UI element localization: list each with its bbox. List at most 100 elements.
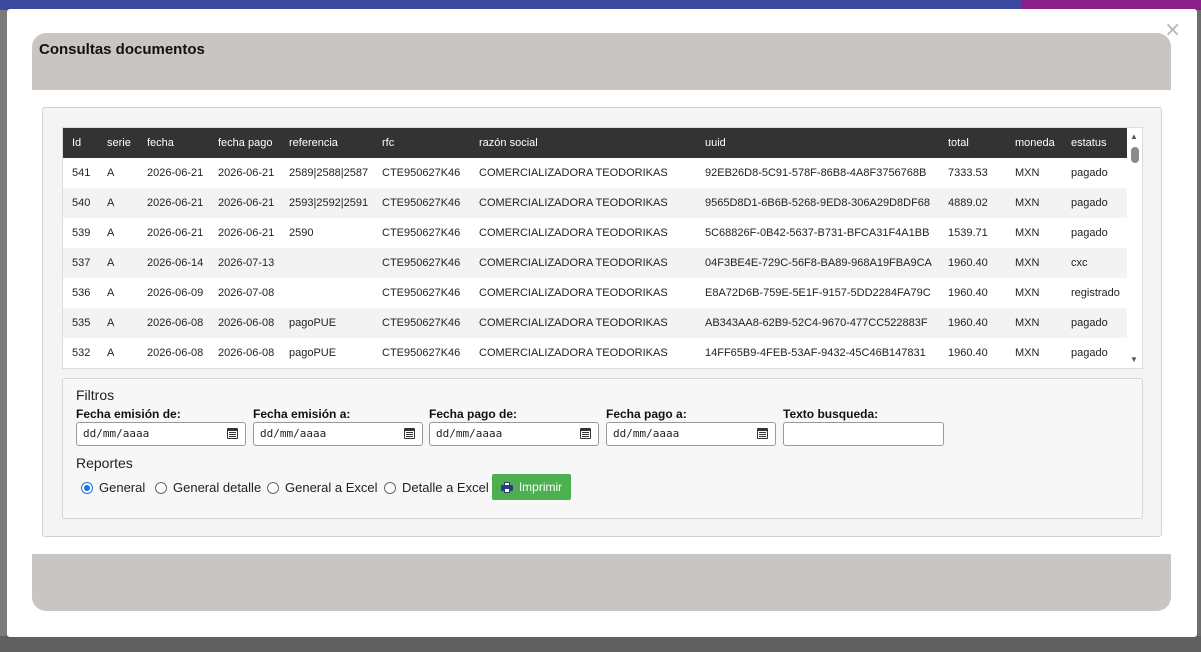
table-cell: CTE950627K46 [382, 197, 461, 209]
table-cell: pagado [1071, 227, 1108, 239]
table-row[interactable]: 532 A 2026-06-08 2026-06-08 pagoPUE CTE950627… [63, 338, 1128, 368]
table-cell: A [107, 227, 115, 239]
fecha-pago-de-placeholder: dd/mm/aaaa [436, 427, 503, 440]
column-header[interactable]: fecha pago [209, 128, 280, 158]
calendar-icon[interactable] [757, 428, 768, 439]
calendar-icon[interactable] [580, 428, 591, 439]
table-row[interactable]: 535 A 2026-06-08 2026-06-08 pagoPUE CTE950627… [63, 308, 1128, 338]
table-cell: CTE950627K46 [382, 257, 461, 269]
table-cell: pagado [1071, 167, 1108, 179]
table-row[interactable]: 537 A 2026-06-14 2026-07-13 CTE950627K46 COME… [63, 248, 1128, 278]
column-header[interactable]: Id [63, 128, 98, 158]
fecha-emision-de-label: Fecha emisión de: [76, 407, 181, 421]
table-cell: 1539.71 [948, 227, 988, 239]
table-cell: COMERCIALIZADORA TEODORIKAS [479, 167, 668, 179]
radio-general[interactable]: General [81, 480, 145, 495]
table-cell: COMERCIALIZADORA TEODORIKAS [479, 287, 668, 299]
column-header[interactable]: total [939, 128, 1006, 158]
fecha-pago-a-label: Fecha pago a: [606, 407, 687, 421]
consultas-modal: × Consultas documentos Id serie fecha fecha… [7, 9, 1197, 637]
column-header[interactable]: rfc [373, 128, 470, 158]
radio-detalle-excel[interactable]: Detalle a Excel [384, 480, 489, 495]
fecha-emision-a-input[interactable]: dd/mm/aaaa [253, 422, 423, 446]
table-cell: pagoPUE [289, 347, 337, 359]
column-header[interactable]: estatus [1062, 128, 1128, 158]
column-header[interactable]: referencia [280, 128, 373, 158]
table-cell: CTE950627K46 [382, 287, 461, 299]
table-cell: MXN [1015, 197, 1040, 209]
table-cell: 2026-06-08 [218, 317, 275, 329]
table-cell: 2026-06-21 [218, 227, 275, 239]
table-cell: 2593|2592|2591 [289, 197, 369, 209]
table-row[interactable]: 536 A 2026-06-09 2026-07-08 CTE950627K46 COME… [63, 278, 1128, 308]
radio-general-excel-control[interactable] [267, 481, 279, 494]
table-cell: 1960.40 [948, 317, 988, 329]
fecha-pago-de-input[interactable]: dd/mm/aaaa [429, 422, 599, 446]
table-cell: 2590 [289, 227, 314, 239]
calendar-icon[interactable] [227, 428, 238, 439]
table-cell: A [107, 347, 115, 359]
radio-detalle-excel-control[interactable] [384, 481, 396, 494]
print-button[interactable]: Imprimir [492, 474, 571, 500]
table-cell: pagado [1071, 197, 1108, 209]
scroll-up-icon[interactable]: ▲ [1130, 132, 1138, 141]
calendar-icon[interactable] [404, 428, 415, 439]
radio-general-detalle[interactable]: General detalle [155, 480, 261, 495]
column-header[interactable]: uuid [696, 128, 939, 158]
table-cell: 2026-06-09 [147, 287, 204, 299]
table-cell: 2026-06-21 [147, 167, 204, 179]
background-footer [0, 636, 1201, 652]
table-row[interactable]: 541 A 2026-06-21 2026-06-21 2589|2588|2587 CT… [63, 158, 1128, 188]
scroll-thumb[interactable] [1131, 147, 1139, 163]
table-cell: AB343AA8-62B9-52C4-9670-477CC522883F [705, 317, 928, 329]
table-row[interactable]: 540 A 2026-06-21 2026-06-21 2593|2592|2591 CT… [63, 188, 1128, 218]
fecha-pago-a-input[interactable]: dd/mm/aaaa [606, 422, 776, 446]
documents-table: Id serie fecha fecha pago referencia rfc razón… [63, 128, 1128, 368]
table-cell: pagado [1071, 317, 1108, 329]
table-scrollbar[interactable]: ▲ ▼ [1127, 128, 1142, 368]
column-header[interactable]: fecha [138, 128, 209, 158]
radio-detalle-excel-label: Detalle a Excel [402, 480, 489, 495]
radio-general-detalle-label: General detalle [173, 480, 262, 495]
table-cell: COMERCIALIZADORA TEODORIKAS [479, 257, 668, 269]
scroll-down-icon[interactable]: ▼ [1130, 355, 1138, 364]
table-cell: 9565D8D1-6B6B-5268-9ED8-306A29D8DF68 [705, 197, 931, 209]
column-header[interactable]: razón social [470, 128, 696, 158]
table-cell: 2026-06-21 [147, 227, 204, 239]
fecha-emision-a-placeholder: dd/mm/aaaa [260, 427, 327, 440]
table-cell: MXN [1015, 257, 1040, 269]
table-cell [280, 278, 373, 308]
table-cell: cxc [1071, 257, 1088, 269]
fecha-emision-de-input[interactable]: dd/mm/aaaa [76, 422, 246, 446]
table-row[interactable]: 539 A 2026-06-21 2026-06-21 2590 CTE950627K46… [63, 218, 1128, 248]
reportes-title: Reportes [76, 455, 133, 471]
content-panel: Id serie fecha fecha pago referencia rfc razón… [42, 107, 1162, 537]
table-cell: 539 [72, 227, 91, 239]
fecha-pago-de-label: Fecha pago de: [429, 407, 518, 421]
table-cell: A [107, 257, 115, 269]
modal-header: Consultas documentos [32, 33, 1171, 90]
table-cell: 2026-07-08 [218, 287, 275, 299]
table-cell: 1960.40 [948, 287, 988, 299]
filters-title: Filtros [76, 387, 115, 403]
column-header[interactable]: serie [98, 128, 138, 158]
modal-title: Consultas documentos [39, 41, 205, 58]
column-header[interactable]: moneda [1006, 128, 1062, 158]
table-cell: MXN [1015, 227, 1040, 239]
radio-general-control[interactable] [81, 481, 93, 494]
table-cell: A [107, 197, 115, 209]
radio-general-excel-label: General a Excel [285, 480, 378, 495]
table-cell: COMERCIALIZADORA TEODORIKAS [479, 317, 668, 329]
table-cell: 532 [72, 347, 91, 359]
radio-general-label: General [99, 480, 146, 495]
radio-general-detalle-control[interactable] [155, 481, 167, 494]
table-cell: 14FF65B9-4FEB-53AF-9432-45C46B147831 [705, 347, 926, 359]
texto-busqueda-input[interactable] [783, 422, 944, 446]
table-cell: MXN [1015, 167, 1040, 179]
table-cell: 4889.02 [948, 197, 988, 209]
table-cell: 2026-06-21 [218, 167, 275, 179]
radio-general-excel[interactable]: General a Excel [267, 480, 378, 495]
printer-icon [500, 481, 513, 493]
fecha-pago-a-placeholder: dd/mm/aaaa [613, 427, 680, 440]
table-cell: 2026-06-08 [147, 317, 204, 329]
